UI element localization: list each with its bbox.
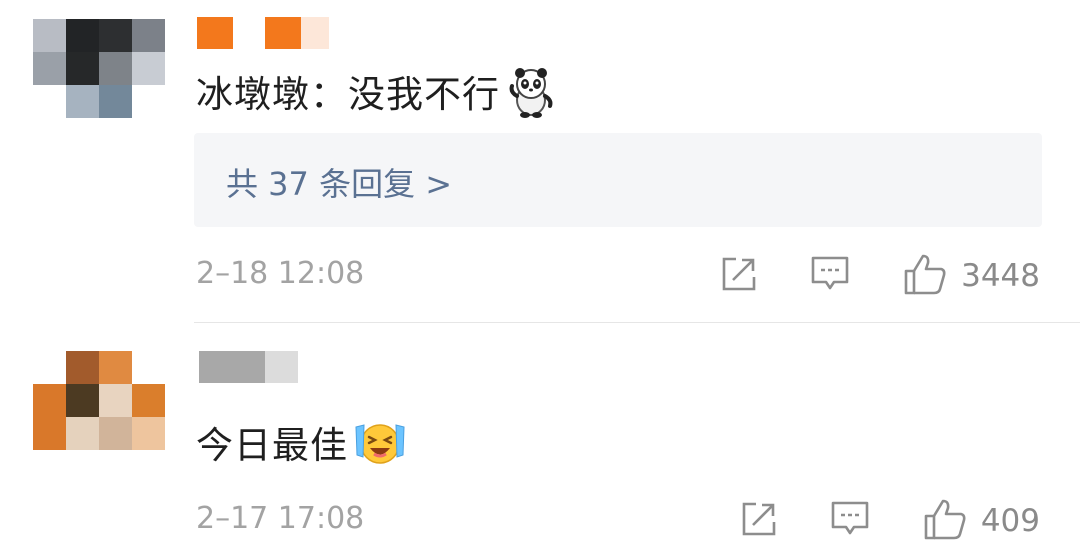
like-count: 3448 <box>961 258 1040 294</box>
comment-timestamp: 2–18 12:08 <box>196 256 365 291</box>
share-icon <box>740 500 778 542</box>
comment-actions: 3448 <box>719 253 1040 299</box>
avatar[interactable] <box>33 351 165 450</box>
view-replies-link[interactable]: 共 37 条回复 > <box>226 159 452 205</box>
panda-mascot-icon <box>506 66 556 127</box>
share-button[interactable] <box>719 256 759 296</box>
thumbs-up-icon <box>903 253 947 299</box>
comment-item: 冰墩墩：没我不行 共 37 条回复 > 2–18 12:08 3448 <box>0 0 1080 322</box>
comment-bubble-icon <box>830 499 870 543</box>
comment-bubble-icon <box>810 254 850 298</box>
comment-item: 今日最佳 2–17 17:08 409 <box>0 323 1080 550</box>
like-count: 409 <box>980 503 1040 539</box>
comment-text: 今日最佳 <box>196 415 406 476</box>
like-button[interactable]: 409 <box>923 498 1040 544</box>
comment-text: 冰墩墩：没我不行 <box>196 64 556 127</box>
comment-actions: 409 <box>739 498 1040 544</box>
share-button[interactable] <box>739 501 779 541</box>
reply-button[interactable] <box>809 256 851 296</box>
thumbs-up-icon <box>923 498 967 544</box>
replies-panel[interactable]: 共 37 条回复 > <box>194 133 1042 227</box>
reply-button[interactable] <box>829 501 871 541</box>
username-redacted[interactable] <box>199 351 298 383</box>
laughing-crying-face-icon <box>354 419 406 476</box>
username-redacted[interactable] <box>197 17 329 49</box>
comment-timestamp: 2–17 17:08 <box>196 501 365 536</box>
like-button[interactable]: 3448 <box>903 253 1040 299</box>
share-icon <box>720 255 758 297</box>
avatar[interactable] <box>33 19 165 118</box>
